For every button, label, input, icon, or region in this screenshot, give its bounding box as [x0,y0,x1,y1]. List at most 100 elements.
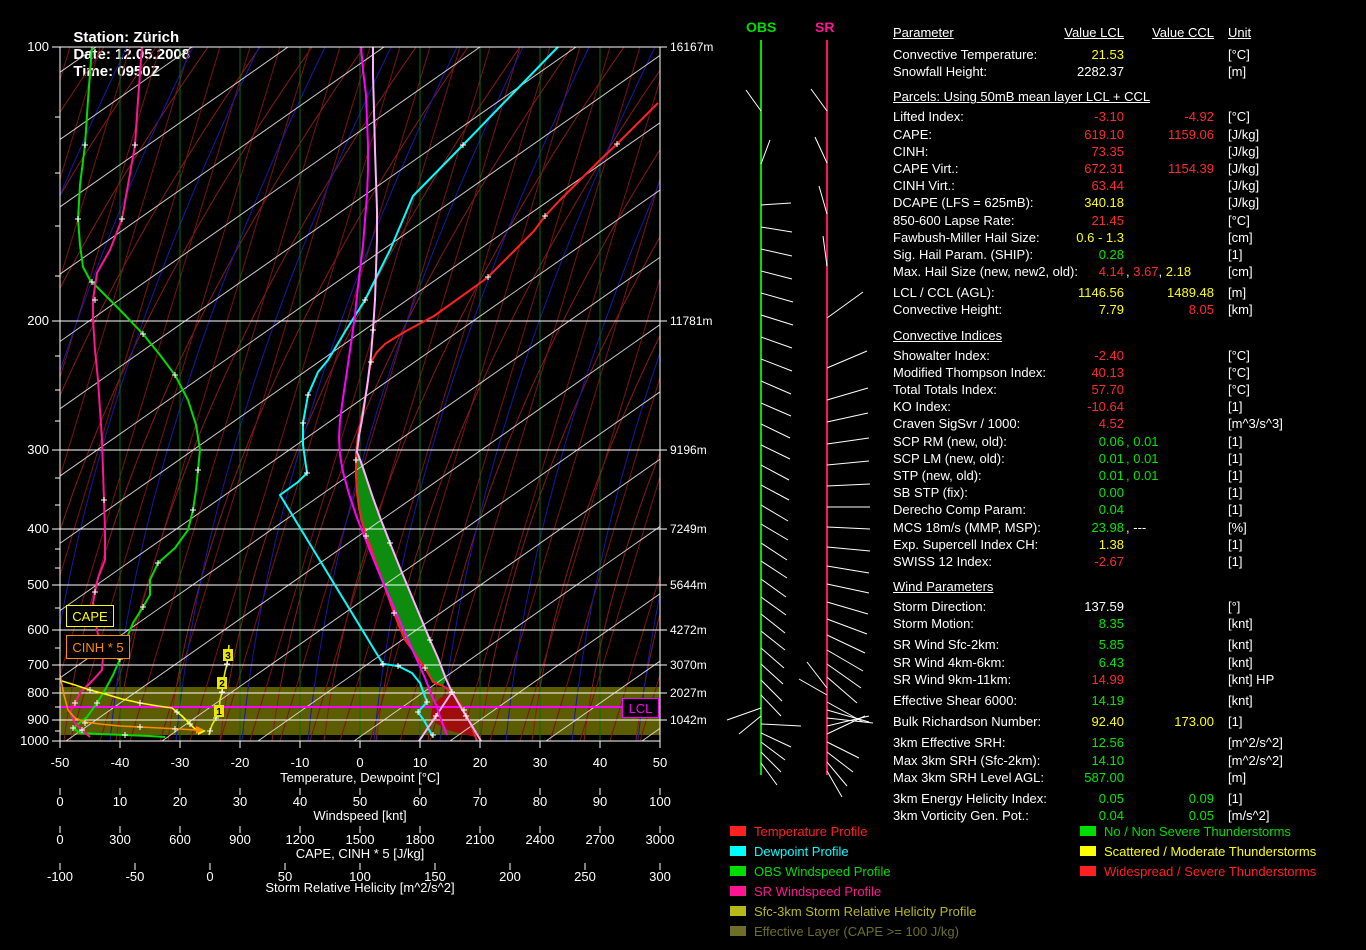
svg-text:3: 3 [225,651,231,662]
windspeed-tick-label: 70 [473,794,487,809]
param-row: Derecho Comp Param: 0.04 [1] [893,502,1243,518]
param-row: Total Totals Index: 57.70 [°C] [893,382,1250,397]
cape-tick-label: 900 [229,832,251,847]
altitude-label: 5644m [670,578,707,592]
param-row: Max 3km SRH Level AGL: 587.00 [m] [893,769,1247,785]
windspeed-tick-label: 0 [56,794,63,809]
param-row: 3km Effective SRH: 12.56 [m^2/s^2] [893,735,1283,751]
param-row: Exp. Supercell Index CH: 1.38 [1] [893,536,1243,552]
temperature-tick-label: -30 [171,755,190,770]
param-row: Convective Height: 7.79 8.05 [km] [893,302,1253,318]
temperature-tick-label: 40 [593,755,607,770]
severity-legend: No / Non Severe Thunderstorms Scattered /… [1080,824,1316,884]
srh-axis-title: Storm Relative Helicity [m^2/s^2] [265,880,455,895]
plot-area: 3 2 1 [60,47,660,741]
cape-tick-label: 3000 [646,832,675,847]
param-row: 3km Vorticity Gen. Pot.: 0.04 0.05 [m/s^2] [893,808,1270,824]
windspeed-tick-label: 50 [353,794,367,809]
cape-tick-label: 2400 [526,832,555,847]
cinh-profile-tag: CINH * 5 [66,635,130,659]
pressure-label: 1000 [20,733,49,748]
param-row: Max 3km SRH (Sfc-2km): 14.10 [m^2/s^2] [893,752,1283,768]
param-row: Lifted Index: -3.10 -4.92 [°C] [893,109,1250,125]
param-row: LCL / CCL (AGL): 1146.56 1489.48 [m] [893,285,1247,301]
cape-tick-label: 1200 [286,832,315,847]
sr_wind-curve [68,47,143,738]
temperature-tick-label: -50 [51,755,70,770]
legend-swatch [1080,866,1096,876]
param-row: Max. Hail Size (new, new2, old): 4.14, 3.… [893,264,1253,280]
altitude-label: 9196m [670,443,707,457]
param-row: Convective Temperature: 21.53 [°C] [893,47,1250,62]
section-header: Wind Parameters [893,579,994,595]
param-row: Showalter Index: -2.40 [°C] [893,347,1250,363]
param-row: SCP RM (new, old): 0.06, 0.01 [1] [893,433,1243,449]
temperature-tick-label: -40 [111,755,130,770]
windspeed-tick-label: 60 [413,794,427,809]
legend-item: Temperature Profile [730,824,977,844]
altitude-label: 4272m [670,623,707,637]
param-row: Effective Shear 6000: 14.19 [knt] [893,693,1253,708]
windspeed-tick-label: 80 [533,794,547,809]
temperature-tick-label: 10 [413,755,427,770]
windspeed-tick-label: 20 [173,794,187,809]
sounding-app: { "header": {"station": "Station: Zürich… [0,0,1366,950]
pressure-label: 600 [27,622,49,637]
altitude-label: 7249m [670,522,707,536]
param-row: SWISS 12 Index: -2.67 [1] [893,553,1243,569]
svg-text:2: 2 [219,679,225,690]
pressure-label: 200 [27,313,49,328]
param-row: Storm Motion: 8.35 [knt] [893,616,1253,632]
legend-item: OBS Windspeed Profile [730,864,977,884]
param-row: CAPE: 619.10 1159.06 [J/kg] [893,126,1260,142]
cape-tick-label: 0 [56,832,63,847]
sounding-curves [60,47,659,741]
temperature-tick-label: -10 [291,755,310,770]
windspeed-tick-label: 30 [233,794,247,809]
legend-swatch [730,846,746,856]
table-column-headers: Parameter Value LCL Value CCL Unit [893,25,1366,47]
temperature-tick-label: 20 [473,755,487,770]
cape-tick-label: 1500 [346,832,375,847]
temperature-axis-title: Temperature, Dewpoint [°C] [280,770,440,785]
legend-item: Dewpoint Profile [730,844,977,864]
obs_wind-curve [71,47,202,738]
cape-axis-title: CAPE, CINH * 5 [J/kg] [295,846,425,861]
param-row: DCAPE (LFS = 625mB): 340.18 [J/kg] [893,195,1260,211]
legend-swatch [730,926,746,936]
pressure-label: 500 [27,577,49,592]
legend-item: SR Windspeed Profile [730,884,977,904]
temperature-tick-label: 50 [653,755,667,770]
legend-swatch [730,886,746,896]
param-row: MCS 18m/s (MMP, MSP): 23.98, --- [%] [893,519,1247,535]
windspeed-tick-label: 40 [293,794,307,809]
col-unit: Unit [1228,25,1252,40]
parameter-table: Parameter Value LCL Value CCL Unit Conve… [893,25,1366,825]
cape-tick-label: 600 [169,832,191,847]
legend-swatch [730,866,746,876]
lcl-level-tag: LCL [622,698,659,718]
windspeed-tick-label: 90 [593,794,607,809]
windspeed-axis-title: Windspeed [knt] [313,808,407,823]
temperature-curve [355,102,659,741]
parcel_aux-curve [337,47,448,736]
param-row: 850-600 Lapse Rate: 21.45 [°C] [893,212,1250,228]
param-row: CINH: 73.35 [J/kg] [893,143,1260,159]
param-row: SR Wind Sfc-2km: 5.85 [knt] [893,637,1253,653]
pressure-label: 100 [27,39,49,54]
param-row: 3km Energy Helicity Index: 0.05 0.09 [1] [893,790,1243,806]
legend-item: Sfc-3km Storm Relative Helicity Profile [730,904,977,924]
param-row: SB STP (fix): 0.00 [1] [893,485,1243,501]
altitude-label: 3070m [670,658,707,672]
col-value-lcl: Value LCL [1064,25,1124,40]
param-row: Bulk Richardson Number: 92.40 173.00 [1] [893,714,1243,730]
temperature-tick-label: -20 [231,755,250,770]
pressure-label: 800 [27,685,49,700]
param-row: Snowfall Height: 2282.37 [m] [893,64,1247,80]
cape-tick-label: 1800 [406,832,435,847]
param-row: SCP LM (new, old): 0.01, 0.01 [1] [893,450,1243,466]
legend-swatch [1080,846,1096,856]
altitude-label: 11781m [670,314,712,328]
windspeed-tick-label: 100 [649,794,671,809]
legend-item: No / Non Severe Thunderstorms [1080,824,1316,844]
